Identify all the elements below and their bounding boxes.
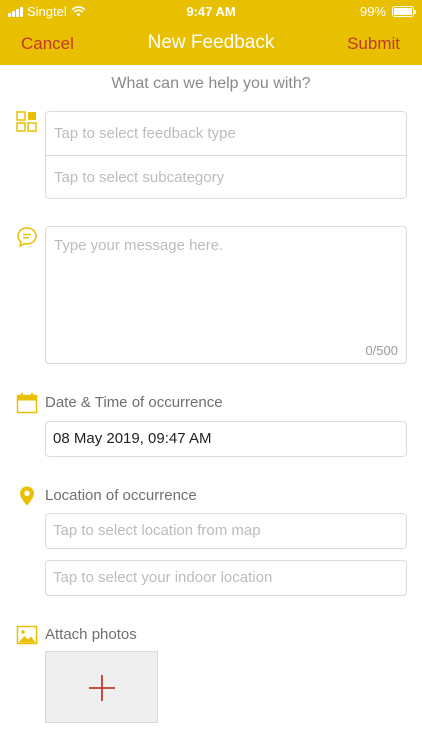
message-input[interactable]: Type your message here. 0/500 <box>45 226 407 364</box>
date-time-label: Date & Time of occurrence <box>45 394 223 411</box>
submit-button[interactable]: Submit <box>347 34 400 54</box>
calendar-icon <box>16 393 38 414</box>
battery-percent: 99% <box>359 4 386 19</box>
status-right: 99% <box>359 4 416 19</box>
cancel-button[interactable]: Cancel <box>21 34 74 54</box>
battery-icon <box>392 6 416 17</box>
status-bar: Singtel 9:47 AM 99% <box>0 0 422 22</box>
date-time-field[interactable]: 08 May 2019, 09:47 AM <box>45 421 407 457</box>
subcategory-selector[interactable]: Tap to select subcategory <box>46 155 406 198</box>
status-time: 9:47 AM <box>186 4 236 19</box>
chat-bubble-icon <box>17 227 37 248</box>
help-prompt: What can we help you with? <box>111 75 311 92</box>
feedback-type-group: Tap to select feedback type Tap to selec… <box>45 111 407 199</box>
header-bar: Singtel 9:47 AM 99% Cancel New Feedback … <box>0 0 422 65</box>
indoor-location-selector[interactable]: Tap to select your indoor location <box>45 560 407 596</box>
map-location-selector[interactable]: Tap to select location from map <box>45 513 407 549</box>
nav-bar: Cancel New Feedback Submit <box>0 22 422 65</box>
grid-icon <box>16 111 37 132</box>
location-label: Location of occurrence <box>45 487 197 504</box>
location-pin-icon <box>20 486 34 506</box>
image-icon <box>16 625 38 645</box>
feedback-type-selector[interactable]: Tap to select feedback type <box>46 112 406 155</box>
character-counter: 0/500 <box>365 343 398 358</box>
message-placeholder: Type your message here. <box>54 237 224 254</box>
attach-photos-label: Attach photos <box>45 626 137 643</box>
add-photo-button[interactable] <box>45 651 158 723</box>
plus-icon <box>89 675 115 701</box>
